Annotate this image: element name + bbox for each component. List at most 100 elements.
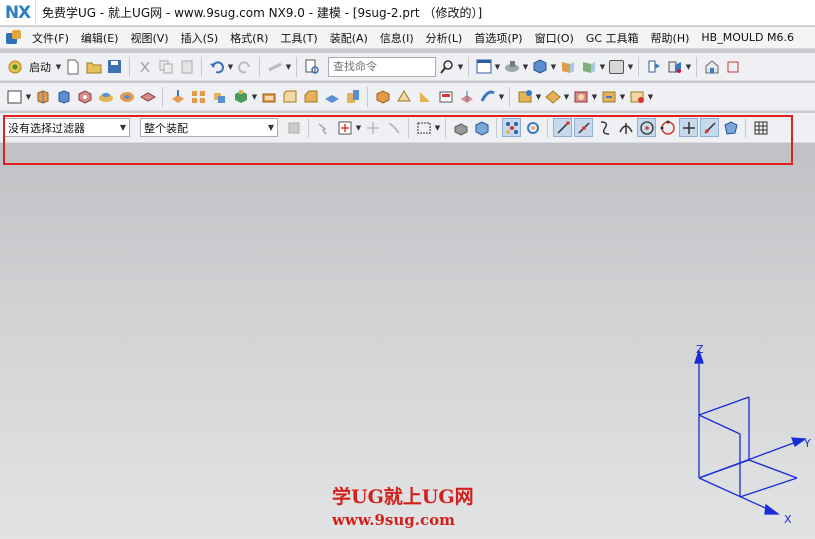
subtract-icon[interactable] (231, 87, 250, 106)
menu-bar: 文件(F) 编辑(E) 视图(V) 插入(S) 格式(R) 工具(T) 装配(A… (0, 27, 815, 49)
feature-toolbar: ▼ ▼ ▼ ▼ ▼ ▼ ▼ ▼ (0, 83, 815, 111)
new-component-icon[interactable] (543, 87, 562, 106)
extrude-icon[interactable] (33, 87, 52, 106)
constraint-icon[interactable] (571, 87, 590, 106)
split-body-icon[interactable] (415, 87, 434, 106)
layer-icon[interactable] (558, 57, 577, 76)
render-style-icon[interactable] (502, 57, 521, 76)
view-layout-icon[interactable] (474, 57, 493, 76)
pattern-feature-icon[interactable] (189, 87, 208, 106)
background-dropdown-icon[interactable]: ▼ (627, 57, 634, 76)
cut-icon[interactable] (135, 57, 154, 76)
refresh-icon[interactable] (723, 57, 742, 76)
work-view-dropdown-icon[interactable]: ▼ (685, 57, 692, 76)
toolbar-separator (259, 56, 260, 77)
home-view-icon[interactable] (702, 57, 721, 76)
component-dropdown-icon[interactable]: ▼ (563, 87, 570, 106)
watermark-url: www.9sug.com (332, 511, 455, 529)
plane-edge (698, 396, 750, 416)
hole-icon[interactable] (75, 87, 94, 106)
mirror-icon[interactable] (457, 87, 476, 106)
menu-file[interactable]: 文件(F) (26, 30, 75, 46)
command-finder-icon[interactable] (302, 57, 321, 76)
menu-information[interactable]: 信息(I) (374, 30, 420, 46)
sweep-dropdown-icon[interactable]: ▼ (498, 87, 505, 106)
title-bar: NX 免费学UG - 就上UG网 - www.9sug.com NX9.0 - … (0, 0, 815, 26)
menu-edit[interactable]: 编辑(E) (75, 30, 125, 46)
datum-plane-icon[interactable] (168, 87, 187, 106)
app-menu-icon[interactable] (5, 29, 23, 46)
scale-body-icon[interactable] (394, 87, 413, 106)
start-button[interactable]: 启动 (26, 57, 54, 76)
plane-edge (748, 459, 798, 479)
orientation-dropdown-icon[interactable]: ▼ (599, 57, 606, 76)
undo-icon[interactable] (207, 57, 226, 76)
shaded-view-icon[interactable] (530, 57, 549, 76)
chamfer-icon[interactable] (301, 87, 320, 106)
menu-view[interactable]: 视图(V) (124, 30, 174, 46)
toolbar-separator (296, 56, 297, 77)
work-view-icon[interactable] (665, 57, 684, 76)
emboss-icon[interactable] (436, 87, 455, 106)
sweep-icon[interactable] (478, 87, 497, 106)
subtract-dropdown-icon[interactable]: ▼ (251, 87, 258, 106)
start-dropdown-icon[interactable]: ▼ (55, 57, 62, 76)
shell-icon[interactable] (259, 87, 278, 106)
toolbar-separator (201, 56, 202, 77)
pad-icon[interactable] (138, 87, 157, 106)
command-search-input[interactable] (328, 56, 436, 77)
start-icon[interactable] (5, 57, 24, 76)
sketch-dropdown-icon[interactable]: ▼ (25, 87, 32, 106)
unite-icon[interactable] (210, 87, 229, 106)
move-dropdown-icon[interactable]: ▼ (619, 87, 626, 106)
menu-help[interactable]: 帮助(H) (645, 30, 696, 46)
search-dropdown-icon[interactable]: ▼ (457, 57, 464, 76)
menu-tools[interactable]: 工具(T) (274, 30, 323, 46)
menu-window[interactable]: 窗口(O) (529, 30, 580, 46)
menu-preferences[interactable]: 首选项(P) (468, 30, 528, 46)
paste-icon[interactable] (177, 57, 196, 76)
save-icon[interactable] (105, 57, 124, 76)
edge-blend-icon[interactable] (280, 87, 299, 106)
draft-icon[interactable] (322, 87, 341, 106)
render-dropdown-icon[interactable]: ▼ (522, 57, 529, 76)
search-icon[interactable] (437, 57, 456, 76)
explode-dropdown-icon[interactable]: ▼ (647, 87, 654, 106)
menu-format[interactable]: 格式(R) (224, 30, 274, 46)
menu-insert[interactable]: 插入(S) (175, 30, 225, 46)
constraint-dropdown-icon[interactable]: ▼ (591, 87, 598, 106)
shade-dropdown-icon[interactable]: ▼ (550, 57, 557, 76)
view-orientation-icon[interactable] (579, 57, 598, 76)
assembly-dropdown-icon[interactable]: ▼ (535, 87, 542, 106)
repeat-dropdown-icon[interactable]: ▼ (285, 57, 292, 76)
new-file-icon[interactable] (63, 57, 82, 76)
explode-view-icon[interactable] (627, 87, 646, 106)
layout-dropdown-icon[interactable]: ▼ (494, 57, 501, 76)
toolbar-separator (468, 56, 469, 77)
offset-face-icon[interactable] (373, 87, 392, 106)
background-color-icon[interactable] (607, 57, 626, 76)
menu-analysis[interactable]: 分析(L) (420, 30, 469, 46)
assembly-add-icon[interactable] (515, 87, 534, 106)
y-axis-label: Y (804, 437, 811, 450)
boss-icon[interactable] (96, 87, 115, 106)
repeat-command-icon[interactable] (265, 57, 284, 76)
redo-icon[interactable] (235, 57, 254, 76)
move-component-icon[interactable] (599, 87, 618, 106)
x-axis-arrow (764, 503, 780, 515)
copy-icon[interactable] (156, 57, 175, 76)
pocket-icon[interactable] (117, 87, 136, 106)
menu-gc-toolbox[interactable]: GC 工具箱 (580, 30, 645, 46)
watermark-title: 学UG就上UG网 (332, 486, 474, 508)
menu-hb-mould[interactable]: HB_MOULD M6.6 (695, 31, 800, 44)
graphics-window[interactable]: Z Y X (0, 143, 815, 539)
plane-edge (698, 414, 741, 435)
toolbar-separator (367, 86, 368, 107)
trim-body-icon[interactable] (343, 87, 362, 106)
open-folder-icon[interactable] (84, 57, 103, 76)
undo-dropdown-icon[interactable]: ▼ (227, 57, 234, 76)
snap-view-icon[interactable] (644, 57, 663, 76)
sketch-rectangle-icon[interactable] (5, 87, 24, 106)
menu-assembly[interactable]: 装配(A) (324, 30, 374, 46)
revolve-icon[interactable] (54, 87, 73, 106)
